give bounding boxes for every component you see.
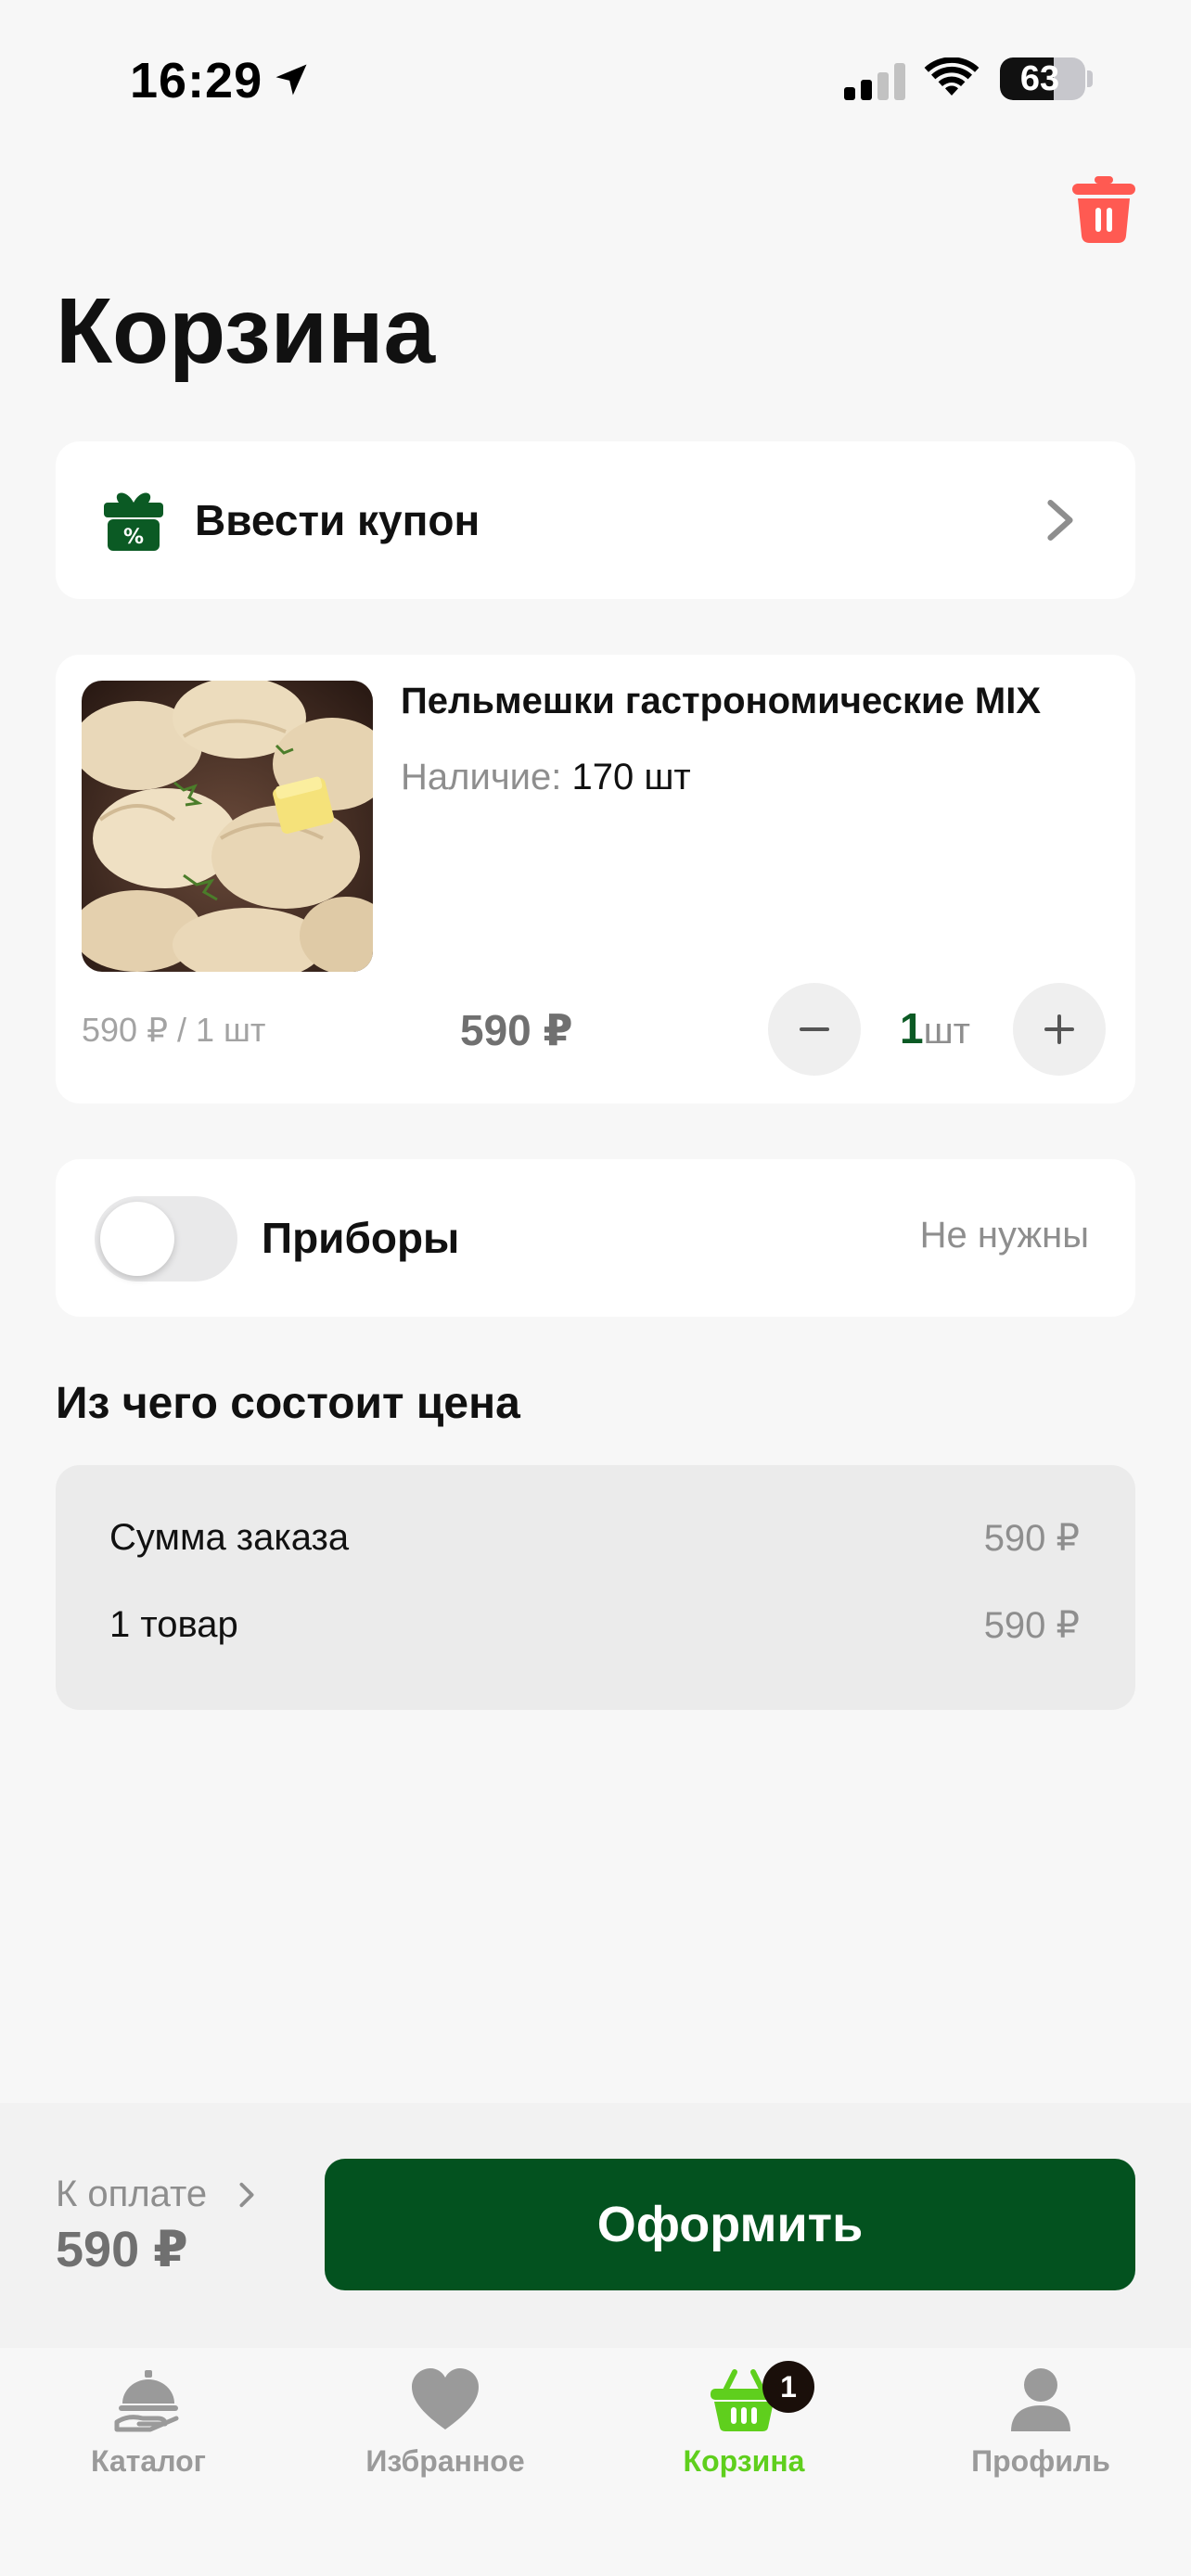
tab-bar: Каталог Избранное 1 Корзина Профиль — [0, 2348, 1191, 2576]
chevron-right-icon[interactable] — [237, 2181, 256, 2209]
quantity-value: 1 — [900, 1004, 924, 1052]
cutlery-toggle[interactable] — [95, 1196, 237, 1282]
minus-icon — [800, 1027, 829, 1031]
price-breakdown-heading: Из чего состоит цена — [56, 1379, 520, 1428]
battery-cap — [1087, 70, 1093, 87]
tab-cart[interactable]: 1 Корзина — [633, 2361, 855, 2515]
cutlery-status: Не нужны — [919, 1215, 1089, 1256]
stock-label: Наличие: — [401, 757, 562, 797]
svg-text:%: % — [123, 526, 144, 549]
page-title: Корзина — [56, 279, 436, 383]
stock-value: 170 шт — [571, 757, 691, 797]
cart-count-badge: 1 — [762, 2361, 814, 2413]
tab-catalog[interactable]: Каталог — [37, 2366, 260, 2515]
line-total: 590 ₽ — [460, 1006, 573, 1054]
price-row: Сумма заказа 590 ₽ — [109, 1517, 1080, 1560]
tab-label: Избранное — [365, 2444, 525, 2478]
stock-info: Наличие: 170 шт — [401, 757, 691, 798]
chevron-right-icon — [1047, 500, 1073, 541]
price-row: 1 товар 590 ₽ — [109, 1604, 1080, 1647]
person-icon — [1011, 2368, 1070, 2431]
pay-amount: 590 ₽ — [56, 2222, 188, 2277]
quantity-unit: шт — [923, 1011, 971, 1052]
price-row-label: Сумма заказа — [109, 1517, 350, 1558]
tab-label: Корзина — [683, 2444, 805, 2478]
coupon-row[interactable]: % Ввести купон — [56, 441, 1135, 599]
tab-label: Профиль — [971, 2444, 1110, 2478]
heart-icon — [412, 2368, 479, 2429]
price-breakdown: Сумма заказа 590 ₽ 1 товар 590 ₽ — [56, 1465, 1135, 1710]
cutlery-row: Приборы Не нужны — [56, 1159, 1135, 1317]
product-name[interactable]: Пельмешки гастрономические MIX — [401, 681, 1041, 722]
coupon-label: Ввести купон — [195, 496, 480, 544]
cellular-signal-icon — [844, 63, 905, 100]
battery-indicator: 63 — [1000, 57, 1085, 100]
tab-label: Каталог — [91, 2444, 206, 2478]
cart-item: Пельмешки гастрономические MIX Наличие: … — [56, 655, 1135, 1103]
cloche-icon — [114, 2370, 179, 2432]
location-arrow-icon — [275, 64, 307, 96]
gift-icon: % — [104, 492, 163, 551]
increase-quantity-button[interactable] — [1013, 983, 1106, 1076]
pay-label[interactable]: К оплате — [56, 2174, 207, 2215]
checkout-button[interactable]: Оформить — [325, 2159, 1135, 2290]
tab-profile[interactable]: Профиль — [929, 2366, 1152, 2515]
plus-icon — [1044, 1014, 1074, 1044]
product-image[interactable] — [82, 681, 373, 972]
quantity-display: 1шт — [900, 1003, 970, 1053]
toggle-knob — [100, 1202, 174, 1276]
cutlery-label: Приборы — [262, 1214, 460, 1262]
price-row-label: 1 товар — [109, 1604, 238, 1645]
battery-level: 63 — [1019, 58, 1060, 98]
wifi-icon — [924, 57, 980, 96]
trash-icon[interactable] — [1072, 176, 1135, 243]
decrease-quantity-button[interactable] — [768, 983, 861, 1076]
status-bar: 16:29 63 — [0, 0, 1191, 158]
price-row-value: 590 ₽ — [983, 1605, 1080, 1646]
price-row-value: 590 ₽ — [983, 1518, 1080, 1559]
unit-price: 590 ₽ / 1 шт — [82, 1011, 266, 1049]
status-time: 16:29 — [130, 53, 263, 108]
tab-favorites[interactable]: Избранное — [334, 2366, 557, 2515]
checkout-bar: К оплате 590 ₽ Оформить — [0, 2103, 1191, 2348]
